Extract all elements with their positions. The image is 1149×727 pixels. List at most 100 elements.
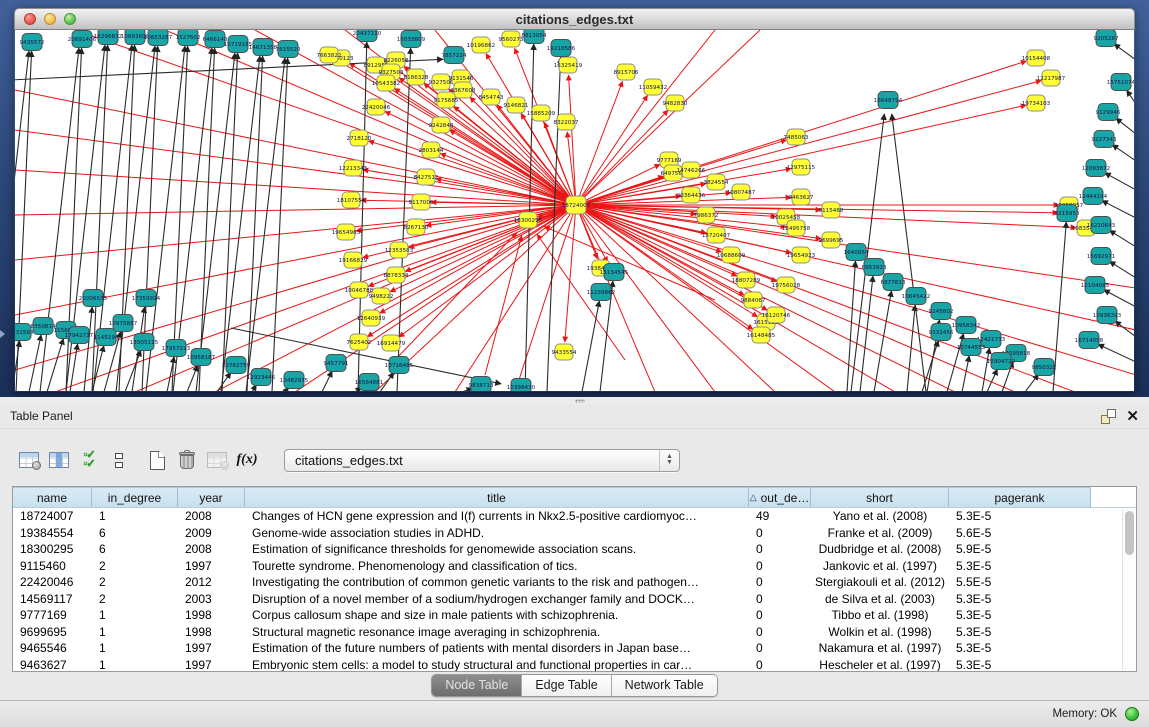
table-cell[interactable]: 0 xyxy=(749,575,811,589)
table-cell[interactable]: 1 xyxy=(92,641,178,655)
table-cell[interactable]: 2003 xyxy=(178,592,245,606)
table-scrollbar[interactable] xyxy=(1122,509,1135,670)
table-cell[interactable]: 5.3E-5 xyxy=(949,625,1091,639)
table-cell[interactable]: 6 xyxy=(92,542,178,556)
table-cell[interactable]: Estimation of significance thresholds fo… xyxy=(245,542,749,556)
function-builder-button[interactable]: f(x) xyxy=(232,446,262,474)
column-header-name[interactable]: name xyxy=(13,487,92,507)
table-row[interactable]: 1830029562008Estimation of significance … xyxy=(13,541,1136,558)
table-cell[interactable]: 0 xyxy=(749,625,811,639)
table-cell[interactable]: Wolkin et al. (1998) xyxy=(811,625,949,639)
table-cell[interactable]: Structural magnetic resonance image aver… xyxy=(245,625,749,639)
table-cell[interactable]: Jankovic et al. (1997) xyxy=(811,559,949,573)
table-row[interactable]: 946362711997Embryonic stem cells: a mode… xyxy=(13,657,1136,673)
table-cell[interactable]: de Silva et al. (2003) xyxy=(811,592,949,606)
table-cell[interactable]: 2008 xyxy=(178,509,245,523)
table-cell[interactable]: 1998 xyxy=(178,608,245,622)
table-cell[interactable]: 19384554 xyxy=(13,526,92,540)
column-header-out_de[interactable]: △out_de… xyxy=(749,487,811,507)
network-canvas[interactable]: 1872400712213343842751218107554911700619… xyxy=(15,30,1134,391)
table-cell[interactable]: 2 xyxy=(92,559,178,573)
table-scrollbar-thumb[interactable] xyxy=(1125,511,1134,555)
table-row[interactable]: 969969511998Structural magnetic resonanc… xyxy=(13,624,1136,641)
table-cell[interactable]: 0 xyxy=(749,542,811,556)
column-header-title[interactable]: title xyxy=(245,487,749,507)
table-cell[interactable]: Changes of HCN gene expression and I(f) … xyxy=(245,509,749,523)
table-cell[interactable]: 0 xyxy=(749,658,811,672)
table-cell[interactable]: 49 xyxy=(749,509,811,523)
table-cell[interactable]: 1 xyxy=(92,608,178,622)
table-cell[interactable]: 6 xyxy=(92,526,178,540)
table-cell[interactable]: 2 xyxy=(92,575,178,589)
table-cell[interactable]: Tibbo et al. (1998) xyxy=(811,608,949,622)
table-cell[interactable]: 18300295 xyxy=(13,542,92,556)
memory-ok-indicator[interactable] xyxy=(1125,707,1139,721)
rows-button[interactable] xyxy=(104,446,134,474)
table-cell[interactable]: 5.3E-5 xyxy=(949,509,1091,523)
table-cell[interactable]: 0 xyxy=(749,608,811,622)
table-cell[interactable]: 2009 xyxy=(178,526,245,540)
table-cell[interactable]: 9699695 xyxy=(13,625,92,639)
close-panel-icon[interactable]: ✕ xyxy=(1126,409,1139,424)
table-cell[interactable]: 2012 xyxy=(178,575,245,589)
table-row[interactable]: 911546021997Tourette syndrome. Phenomeno… xyxy=(13,558,1136,575)
table-row[interactable]: 946554611997Estimation of the future num… xyxy=(13,640,1136,657)
tab-node-table[interactable]: Node Table xyxy=(432,675,522,696)
table-cell[interactable]: 22420046 xyxy=(13,575,92,589)
table-cell[interactable]: 1998 xyxy=(178,625,245,639)
table-cell[interactable]: 18724007 xyxy=(13,509,92,523)
table-cell[interactable]: 1997 xyxy=(178,641,245,655)
tab-edge-table[interactable]: Edge Table xyxy=(522,675,611,696)
table-cell[interactable]: Nakamura et al. (1997) xyxy=(811,641,949,655)
table-cell[interactable]: Stergiakouli et al. (2012) xyxy=(811,575,949,589)
table-cell[interactable]: 1 xyxy=(92,509,178,523)
table-cell[interactable]: 5.3E-5 xyxy=(949,608,1091,622)
column-header-short[interactable]: short xyxy=(811,487,949,507)
table-cell[interactable]: 9465546 xyxy=(13,641,92,655)
column-selection-button[interactable] xyxy=(44,446,74,474)
column-header-year[interactable]: year xyxy=(178,487,245,507)
table-cell[interactable]: 0 xyxy=(749,526,811,540)
table-cell[interactable]: Disruption of a novel member of a sodium… xyxy=(245,592,749,606)
table-cell[interactable]: 2 xyxy=(92,592,178,606)
table-cell[interactable]: Tourette syndrome. Phenomenology and cla… xyxy=(245,559,749,573)
table-row[interactable]: 1456911722003Disruption of a novel membe… xyxy=(13,591,1136,608)
table-cell[interactable]: Dudbridge et al. (2008) xyxy=(811,542,949,556)
table-cell[interactable]: 2008 xyxy=(178,542,245,556)
table-cell[interactable]: 14569117 xyxy=(13,592,92,606)
table-cell[interactable]: 5.3E-5 xyxy=(949,592,1091,606)
table-cell[interactable]: Hescheler et al. (1997) xyxy=(811,658,949,672)
column-header-in_degree[interactable]: in_degree xyxy=(92,487,178,507)
table-settings-button[interactable] xyxy=(14,446,44,474)
table-cell[interactable]: 1 xyxy=(92,658,178,672)
table-cell[interactable]: 9115460 xyxy=(13,559,92,573)
table-cell[interactable]: 0 xyxy=(749,592,811,606)
window-titlebar[interactable]: citations_edges.txt xyxy=(14,8,1135,30)
table-row[interactable]: 1938455462009Genome-wide association stu… xyxy=(13,525,1136,542)
delete-column-button[interactable] xyxy=(172,446,202,474)
table-cell[interactable]: Embryonic stem cells: a model to study s… xyxy=(245,658,749,672)
table-cell[interactable]: 1997 xyxy=(178,658,245,672)
table-cell[interactable]: 0 xyxy=(749,641,811,655)
collapse-panel-arrow-icon[interactable] xyxy=(0,330,5,338)
table-cell[interactable]: Franke et al. (2009) xyxy=(811,526,949,540)
table-cell[interactable]: Estimation of the future numbers of pati… xyxy=(245,641,749,655)
float-panel-icon[interactable] xyxy=(1101,409,1116,424)
panel-splitter[interactable] xyxy=(0,397,1149,404)
memory-label[interactable]: Memory: OK xyxy=(1052,708,1117,720)
new-table-button[interactable] xyxy=(142,446,172,474)
table-cell[interactable]: 9777169 xyxy=(13,608,92,622)
table-cell[interactable]: Yano et al. (2008) xyxy=(811,509,949,523)
table-cell[interactable]: 9463627 xyxy=(13,658,92,672)
table-cell[interactable]: Genome-wide association studies in ADHD. xyxy=(245,526,749,540)
table-cell[interactable]: Investigating the contribution of common… xyxy=(245,575,749,589)
table-row[interactable]: 2242004622012Investigating the contribut… xyxy=(13,574,1136,591)
table-cell[interactable]: 5.3E-5 xyxy=(949,658,1091,672)
table-cell[interactable]: 5.9E-5 xyxy=(949,542,1091,556)
select-rows-button[interactable]: ▫✓▫✓ xyxy=(74,446,104,474)
table-cell[interactable]: Corpus callosum shape and size in male p… xyxy=(245,608,749,622)
table-cell[interactable]: 0 xyxy=(749,559,811,573)
table-row[interactable]: 1872400712008Changes of HCN gene express… xyxy=(13,508,1136,525)
table-cell[interactable]: 5.6E-5 xyxy=(949,526,1091,540)
tab-network-table[interactable]: Network Table xyxy=(612,675,717,696)
